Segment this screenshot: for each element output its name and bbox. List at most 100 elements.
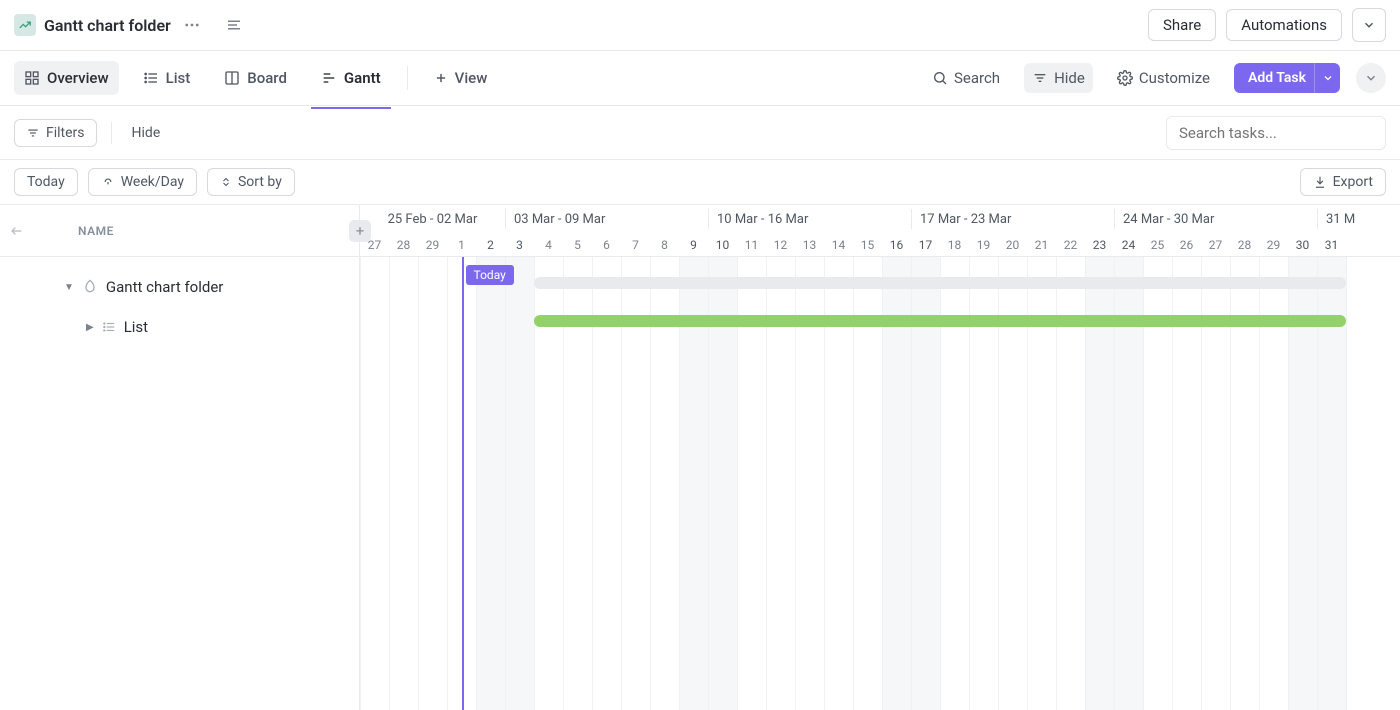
week-header: 03 Mar - 09 Mar	[505, 209, 708, 229]
add-task-button[interactable]: Add Task	[1234, 63, 1320, 93]
name-column-header: NAME	[78, 224, 114, 238]
day-header: 25	[1143, 233, 1172, 257]
day-header: 10	[708, 233, 737, 257]
tree-row-label: Gantt chart folder	[106, 278, 223, 296]
chevron-down-icon[interactable]: ▼	[64, 282, 74, 293]
filters-button[interactable]: Filters	[14, 119, 97, 147]
tree-row-label: List	[124, 318, 148, 336]
gridline	[360, 257, 361, 710]
folder-icon	[82, 279, 98, 295]
day-header: 22	[1056, 233, 1085, 257]
day-header: 3	[505, 233, 534, 257]
day-header: 18	[940, 233, 969, 257]
day-header: 27	[1201, 233, 1230, 257]
week-header: 31 M	[1317, 209, 1400, 229]
search-button[interactable]: Search	[924, 63, 1008, 93]
tab-board[interactable]: Board	[214, 61, 297, 95]
sort-button[interactable]: Sort by	[207, 168, 295, 196]
add-task-dropdown[interactable]	[1314, 63, 1340, 93]
tree-row-list[interactable]: ▶ List	[0, 307, 359, 347]
day-header: 8	[650, 233, 679, 257]
gridline	[418, 257, 419, 710]
day-header: 15	[853, 233, 882, 257]
tab-overview-label: Overview	[47, 69, 109, 87]
day-header: 9	[679, 233, 708, 257]
hide-columns-button[interactable]: Hide	[126, 121, 167, 145]
tab-board-label: Board	[247, 69, 287, 87]
time-scale-button[interactable]: Week/Day	[88, 168, 197, 196]
day-header: 4	[534, 233, 563, 257]
day-header: 30	[1288, 233, 1317, 257]
gridline	[447, 257, 448, 710]
tree-row-folder[interactable]: ▼ Gantt chart folder	[0, 267, 359, 307]
filters-chip-label: Filters	[46, 125, 85, 141]
tab-gantt-label: Gantt	[344, 69, 381, 87]
folder-type-icon	[14, 14, 36, 36]
time-scale-label: Week/Day	[121, 174, 184, 190]
tab-list-label: List	[166, 69, 191, 87]
hide-button[interactable]: Hide	[1024, 63, 1093, 93]
automations-label: Automations	[1241, 16, 1327, 34]
collapse-sidebar-icon[interactable]	[221, 12, 247, 38]
day-header: 21	[1027, 233, 1056, 257]
view-divider	[407, 66, 408, 90]
day-header: 17	[911, 233, 940, 257]
day-header: 2	[476, 233, 505, 257]
automations-button[interactable]: Automations	[1226, 9, 1342, 41]
header-more-button[interactable]	[1352, 8, 1386, 42]
export-button[interactable]: Export	[1300, 168, 1386, 196]
hide-label: Hide	[1054, 69, 1085, 87]
day-header: 6	[592, 233, 621, 257]
day-header: 19	[969, 233, 998, 257]
sort-label: Sort by	[238, 174, 282, 190]
day-header: 12	[766, 233, 795, 257]
tab-gantt[interactable]: Gantt	[311, 61, 391, 95]
day-header: 13	[795, 233, 824, 257]
customize-button[interactable]: Customize	[1109, 63, 1218, 93]
chip-divider	[111, 122, 112, 144]
add-view-button[interactable]: View	[424, 61, 498, 95]
add-task-label: Add Task	[1248, 70, 1306, 86]
add-column-button[interactable]: +	[349, 220, 371, 242]
collapse-tree-icon[interactable]	[8, 223, 24, 239]
chevron-right-icon[interactable]: ▶	[86, 322, 94, 333]
list-icon	[102, 320, 116, 334]
search-tasks-input[interactable]	[1166, 116, 1386, 150]
today-line	[462, 257, 464, 710]
day-header: 29	[418, 233, 447, 257]
weekend-shade	[505, 257, 534, 710]
day-header: 28	[1230, 233, 1259, 257]
day-header: 20	[998, 233, 1027, 257]
day-header: 23	[1085, 233, 1114, 257]
breadcrumb-more-icon[interactable]	[179, 12, 205, 38]
breadcrumb-folder-name[interactable]: Gantt chart folder	[44, 16, 171, 35]
day-header: 31	[1317, 233, 1346, 257]
search-label: Search	[954, 69, 1000, 87]
week-header: 17 Mar - 23 Mar	[911, 209, 1114, 229]
gantt-bar[interactable]	[534, 315, 1346, 327]
day-header: 24	[1114, 233, 1143, 257]
export-label: Export	[1333, 174, 1373, 190]
gantt-bar[interactable]	[534, 277, 1346, 289]
share-label: Share	[1163, 16, 1201, 34]
weekend-shade	[476, 257, 505, 710]
add-view-label: View	[455, 69, 488, 87]
day-header: 1	[447, 233, 476, 257]
customize-label: Customize	[1139, 69, 1210, 87]
day-header: 11	[737, 233, 766, 257]
gridline	[1346, 257, 1347, 710]
day-header: 29	[1259, 233, 1288, 257]
share-button[interactable]: Share	[1148, 9, 1216, 41]
week-header: 24 Mar - 30 Mar	[1114, 209, 1317, 229]
tab-list[interactable]: List	[133, 61, 201, 95]
today-button[interactable]: Today	[14, 168, 78, 196]
expand-toggle-button[interactable]	[1356, 63, 1386, 93]
day-header: 26	[1172, 233, 1201, 257]
today-tag: Today	[466, 265, 514, 285]
day-header: 7	[621, 233, 650, 257]
day-header: 28	[389, 233, 418, 257]
tab-overview[interactable]: Overview	[14, 61, 119, 95]
gridline	[389, 257, 390, 710]
day-header: 16	[882, 233, 911, 257]
week-header: 25 Feb - 02 Mar	[360, 209, 505, 229]
